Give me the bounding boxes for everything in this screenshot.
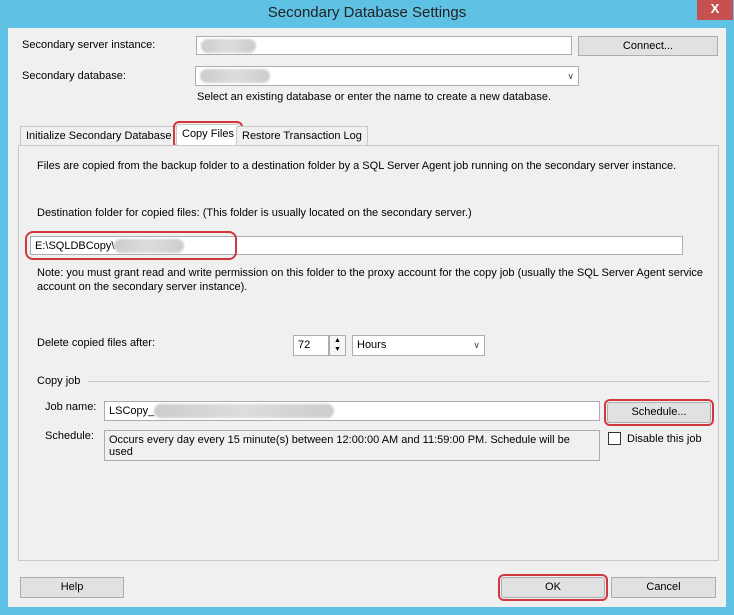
connect-button[interactable]: Connect... <box>578 36 718 56</box>
tab-copy-files[interactable]: Copy Files <box>173 121 243 149</box>
copy-job-group-label: Copy job <box>37 375 81 387</box>
database-hint: Select an existing database or enter the… <box>197 91 552 103</box>
delete-value-input[interactable]: 72 <box>293 335 329 356</box>
note: Note: you must grant read and write perm… <box>37 267 704 293</box>
redacted-value <box>154 404 335 419</box>
chevron-down-icon: ∨ <box>567 71 574 81</box>
delete-label: Delete copied files after: <box>37 337 156 349</box>
spin-down-icon[interactable]: ▼ <box>330 345 345 354</box>
disable-job-label: Disable this job <box>627 433 702 445</box>
chevron-down-icon: ∨ <box>473 340 480 350</box>
cancel-button[interactable]: Cancel <box>611 577 716 598</box>
job-name-input[interactable]: LSCopy_ <box>104 401 600 421</box>
close-button[interactable]: X <box>697 0 733 20</box>
help-button[interactable]: Help <box>20 577 124 598</box>
schedule-label: Schedule: <box>45 430 94 442</box>
group-divider <box>88 381 710 382</box>
disable-job-checkbox[interactable] <box>608 432 621 445</box>
highlight-dest <box>25 231 237 260</box>
ok-button[interactable]: OK <box>498 574 608 601</box>
job-name-label: Job name: <box>45 401 97 413</box>
description: Files are copied from the backup folder … <box>37 160 677 172</box>
dest-label: Destination folder for copied files: (Th… <box>37 207 472 219</box>
redacted-value <box>200 69 270 84</box>
spin-up-icon[interactable]: ▲ <box>330 336 345 345</box>
redacted-value <box>201 39 256 54</box>
server-label: Secondary server instance: <box>22 39 156 51</box>
schedule-button[interactable]: Schedule... <box>604 399 714 426</box>
server-input[interactable] <box>196 36 572 55</box>
schedule-description: Occurs every day every 15 minute(s) betw… <box>104 430 600 461</box>
spinner[interactable]: ▲ ▼ <box>329 335 346 356</box>
tab-restore[interactable]: Restore Transaction Log <box>236 126 368 146</box>
database-label: Secondary database: <box>22 70 126 82</box>
delete-unit-combo[interactable]: Hours ∨ <box>352 335 485 356</box>
database-combo[interactable]: ∨ <box>195 66 579 86</box>
window-title: Secondary Database Settings <box>267 4 467 21</box>
tab-initialize[interactable]: Initialize Secondary Database <box>20 126 178 146</box>
